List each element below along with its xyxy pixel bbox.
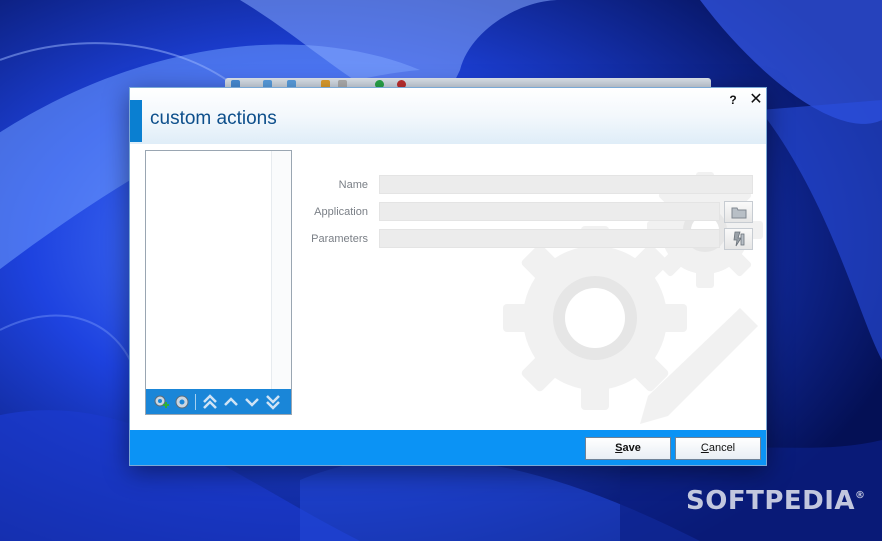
- softpedia-brand-text: SOFTPEDIA: [686, 486, 856, 516]
- header-accent-bar: [130, 100, 142, 142]
- list-toolbar: [146, 389, 291, 414]
- edit-action-button[interactable]: [171, 391, 192, 412]
- custom-actions-dialog: custom actions ? ✕ Name Application Para…: [129, 87, 767, 466]
- move-up-button[interactable]: [220, 391, 241, 412]
- move-top-button[interactable]: [199, 391, 220, 412]
- gear-add-icon: [154, 395, 169, 408]
- name-input[interactable]: [379, 175, 753, 194]
- list-scrollbar[interactable]: [271, 151, 291, 389]
- parameters-options-button[interactable]: [724, 228, 753, 250]
- actions-list[interactable]: [145, 150, 292, 415]
- softpedia-watermark: SOFTPEDIA®: [686, 486, 866, 516]
- dialog-title: custom actions: [150, 108, 277, 129]
- browse-application-button[interactable]: [724, 201, 753, 223]
- application-label: Application: [314, 206, 368, 218]
- dialog-header: custom actions ? ✕: [130, 88, 766, 144]
- cancel-button[interactable]: Cancel: [675, 437, 761, 460]
- double-chevron-down-icon: [265, 394, 280, 410]
- close-button[interactable]: ✕: [747, 91, 765, 109]
- name-label: Name: [338, 179, 368, 191]
- parameters-input[interactable]: [379, 229, 720, 248]
- application-input[interactable]: [379, 202, 720, 221]
- save-label-rest: ave: [622, 442, 641, 454]
- move-down-button[interactable]: [241, 391, 262, 412]
- cancel-accesskey: C: [700, 442, 709, 454]
- help-button[interactable]: ?: [724, 91, 742, 109]
- dialog-footer: Save Cancel: [130, 430, 766, 465]
- parameters-label: Parameters: [311, 233, 368, 245]
- folder-icon: [731, 207, 746, 218]
- registered-mark: ®: [855, 490, 866, 501]
- gear-icon: [175, 395, 188, 408]
- add-action-button[interactable]: [150, 391, 171, 412]
- double-chevron-up-icon: [202, 393, 217, 409]
- save-button[interactable]: Save: [585, 437, 671, 460]
- toolbar-separator: [195, 393, 196, 410]
- chevron-down-icon: [244, 397, 259, 407]
- move-bottom-button[interactable]: [262, 391, 283, 412]
- chevron-up-icon: [223, 396, 238, 406]
- tools-icon: [733, 231, 744, 247]
- cancel-label-rest: ancel: [708, 442, 736, 454]
